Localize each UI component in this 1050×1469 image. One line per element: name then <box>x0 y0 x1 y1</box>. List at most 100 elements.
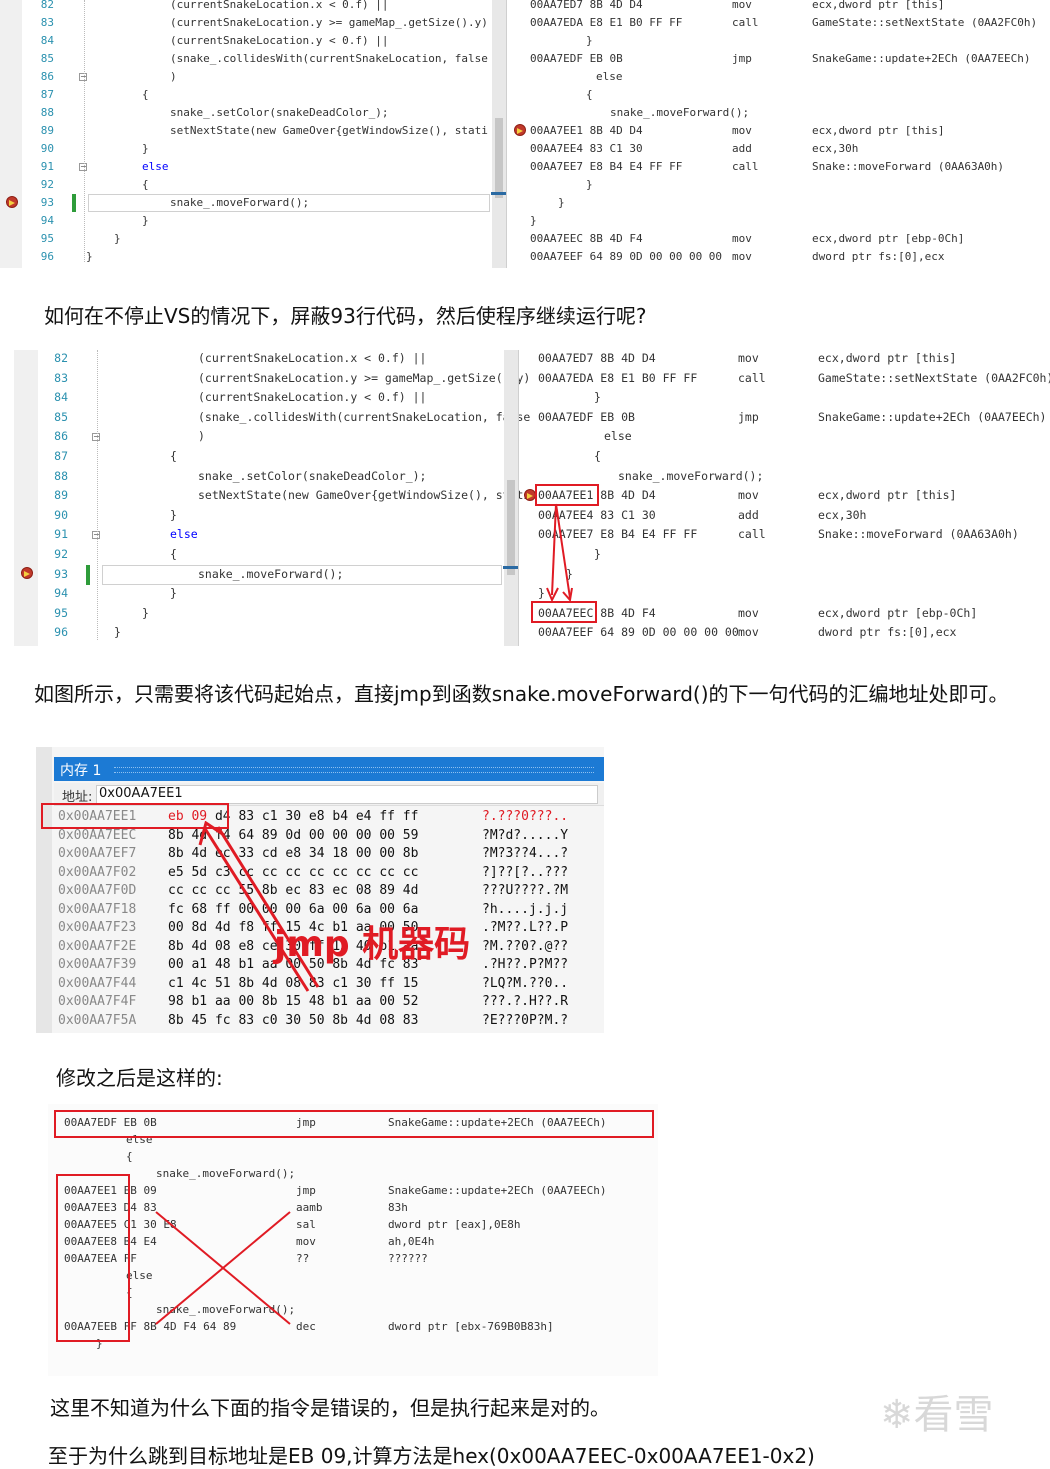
code-line[interactable]: snake_.setColor(snakeDeadColor_); <box>198 469 426 483</box>
disasm-screenshot-modified: 00AA7EDF EB 0B jmp SnakeGame::update+2ECh … <box>48 1104 658 1376</box>
code-line[interactable]: ) <box>170 70 177 83</box>
scroll-marker <box>491 192 507 195</box>
asm-address[interactable]: 00AA7EEF 64 89 0D 00 00 00 00 <box>538 625 739 639</box>
code-line[interactable]: (snake_.collidesWith(currentSnakeLocatio… <box>198 410 530 424</box>
line-number: 94 <box>40 214 54 227</box>
asm-address[interactable]: 00AA7EEC 8B 4D F4 <box>530 232 643 245</box>
breakpoint-arrow-icon[interactable] <box>6 196 18 208</box>
jump-arrows <box>546 503 573 603</box>
code-line[interactable]: (currentSnakeLocation.x < 0.f) || <box>198 351 426 365</box>
asm-operand: dword ptr fs:[0],ecx <box>818 625 957 640</box>
code-line[interactable]: } <box>142 142 149 155</box>
code-line[interactable]: setNextState(new GameOver{getWindowSize(… <box>170 124 488 137</box>
asm-address[interactable]: snake_.moveForward(); <box>156 1167 295 1180</box>
asm-operand: 83h <box>388 1201 408 1214</box>
asm-address[interactable]: 00AA7EE7 E8 B4 E4 FF FF <box>530 160 682 173</box>
asm-address[interactable]: else <box>596 70 623 83</box>
asm-address[interactable]: 00AA7EDA E8 E1 B0 FF FF <box>530 16 682 29</box>
asm-operand: GameState::setNextState (0AA2FC0h) <box>812 16 1038 29</box>
code-line[interactable]: { <box>170 547 177 561</box>
asm-opcode: mov <box>738 488 759 503</box>
code-line[interactable]: (currentSnakeLocation.y < 0.f) || <box>170 34 389 47</box>
asm-address[interactable]: } <box>594 390 601 404</box>
code-line[interactable]: } <box>86 250 93 263</box>
asm-address[interactable]: 00AA7EDF EB 0B <box>538 410 635 424</box>
asm-address[interactable]: 00AA7EEF 64 89 0D 00 00 00 00 <box>530 250 722 263</box>
asm-address[interactable]: snake_.moveForward(); <box>610 106 749 119</box>
code-line[interactable]: (snake_.collidesWith(currentSnakeLocatio… <box>170 52 488 65</box>
code-line[interactable]: else <box>142 160 169 173</box>
code-line[interactable]: ) <box>198 429 205 443</box>
line-number: 89 <box>54 488 68 503</box>
code-line[interactable]: (currentSnakeLocation.y < 0.f) || <box>198 390 426 404</box>
cross-mark <box>155 1211 291 1325</box>
asm-operand: ?????? <box>388 1252 428 1265</box>
asm-address[interactable]: { <box>594 449 601 463</box>
line-number: 91 <box>54 527 68 542</box>
memory-row-bytes[interactable]: 8b 45 fc 83 c0 30 50 8b 4d 08 83 <box>168 1013 418 1028</box>
memory-row-address: 0x00AA7F44 <box>58 975 137 991</box>
asm-address[interactable]: } <box>594 547 601 561</box>
code-line[interactable]: setNextState(new GameOver{getWindowSize(… <box>198 488 530 502</box>
change-indicator <box>72 194 76 212</box>
asm-address[interactable]: } <box>558 196 565 209</box>
address-input[interactable]: 0x00AA7EE1 <box>96 785 598 804</box>
line-number: 84 <box>54 390 68 405</box>
asm-opcode: call <box>732 160 759 173</box>
code-line[interactable]: snake_.setColor(snakeDeadColor_); <box>170 106 389 119</box>
memory-window-title-bar[interactable]: 内存 1 <box>54 757 604 781</box>
patched-bytes-box <box>56 1174 130 1342</box>
annotation-arrow <box>198 821 320 992</box>
memory-row-address: 0x00AA7F4F <box>58 994 137 1009</box>
code-line[interactable]: { <box>142 88 149 101</box>
asm-address[interactable]: 00AA7ED7 8B 4D D4 <box>538 351 656 365</box>
watermark: ❄看雪 <box>880 1392 994 1438</box>
line-number: 86 <box>40 70 54 83</box>
asm-address[interactable]: { <box>126 1150 133 1163</box>
code-line[interactable]: { <box>170 449 177 463</box>
code-line[interactable]: } <box>114 232 121 245</box>
asm-address[interactable]: } <box>586 34 593 47</box>
breakpoint-arrow-icon[interactable] <box>21 567 33 579</box>
question-text: 如何在不停止VS的情况下，屏蔽93行代码，然后使程序继续运行呢? <box>44 304 647 328</box>
asm-operand: Snake::moveForward (0AA63A0h) <box>812 160 1005 173</box>
code-line[interactable]: (currentSnakeLocation.y >= gameMap_.getS… <box>198 371 530 385</box>
asm-operand: ecx,dword ptr [this] <box>812 0 945 11</box>
asm-address[interactable]: 00AA7EDA E8 E1 B0 FF FF <box>538 371 697 385</box>
code-line[interactable]: } <box>114 625 121 639</box>
asm-address[interactable]: snake_.moveForward(); <box>618 469 763 483</box>
code-line[interactable]: (currentSnakeLocation.y >= gameMap_.getS… <box>170 16 488 29</box>
asm-address[interactable]: 00AA7EE4 83 C1 30 <box>530 142 643 155</box>
asm-address[interactable]: 00AA7EE1 8B 4D D4 <box>530 124 643 137</box>
asm-operand: ecx,dword ptr [this] <box>818 351 957 365</box>
code-line[interactable]: (currentSnakeLocation.x < 0.f) || <box>170 0 389 11</box>
code-line[interactable]: { <box>142 178 149 191</box>
code-line[interactable]: } <box>142 214 149 227</box>
asm-address[interactable]: } <box>586 178 593 191</box>
asm-address[interactable]: 00AA7EDF EB 0B <box>530 52 623 65</box>
asm-address[interactable]: { <box>586 88 593 101</box>
asm-address[interactable]: else <box>604 429 632 443</box>
change-indicator <box>86 565 90 585</box>
scrollbar-thumb[interactable] <box>507 480 515 575</box>
breakpoint-gutter[interactable] <box>0 0 22 268</box>
code-line[interactable]: } <box>142 606 149 620</box>
code-line[interactable]: } <box>170 586 177 600</box>
asm-opcode: mov <box>296 1235 316 1248</box>
asm-operand: ecx,dword ptr [this] <box>818 488 957 503</box>
asm-address[interactable]: 00AA7ED7 8B 4D D4 <box>530 0 643 11</box>
asm-opcode: mov <box>732 232 752 245</box>
breakpoint-gutter[interactable] <box>14 350 38 646</box>
asm-address[interactable]: } <box>530 214 537 227</box>
scrollbar-thumb[interactable] <box>495 118 503 198</box>
line-number: 82 <box>54 351 68 365</box>
asm-opcode: dec <box>296 1320 316 1333</box>
memory-row-ascii: ?M?3??4...? <box>482 846 569 861</box>
code-line[interactable]: } <box>170 508 177 522</box>
line-number: 94 <box>54 586 68 601</box>
line-number: 96 <box>54 625 68 640</box>
memory-row-ascii: ?M.??0?.@?? <box>482 938 569 954</box>
line-number: 88 <box>40 106 54 119</box>
code-line[interactable]: else <box>170 527 198 541</box>
asm-operand: ah,0E4h <box>388 1235 435 1248</box>
